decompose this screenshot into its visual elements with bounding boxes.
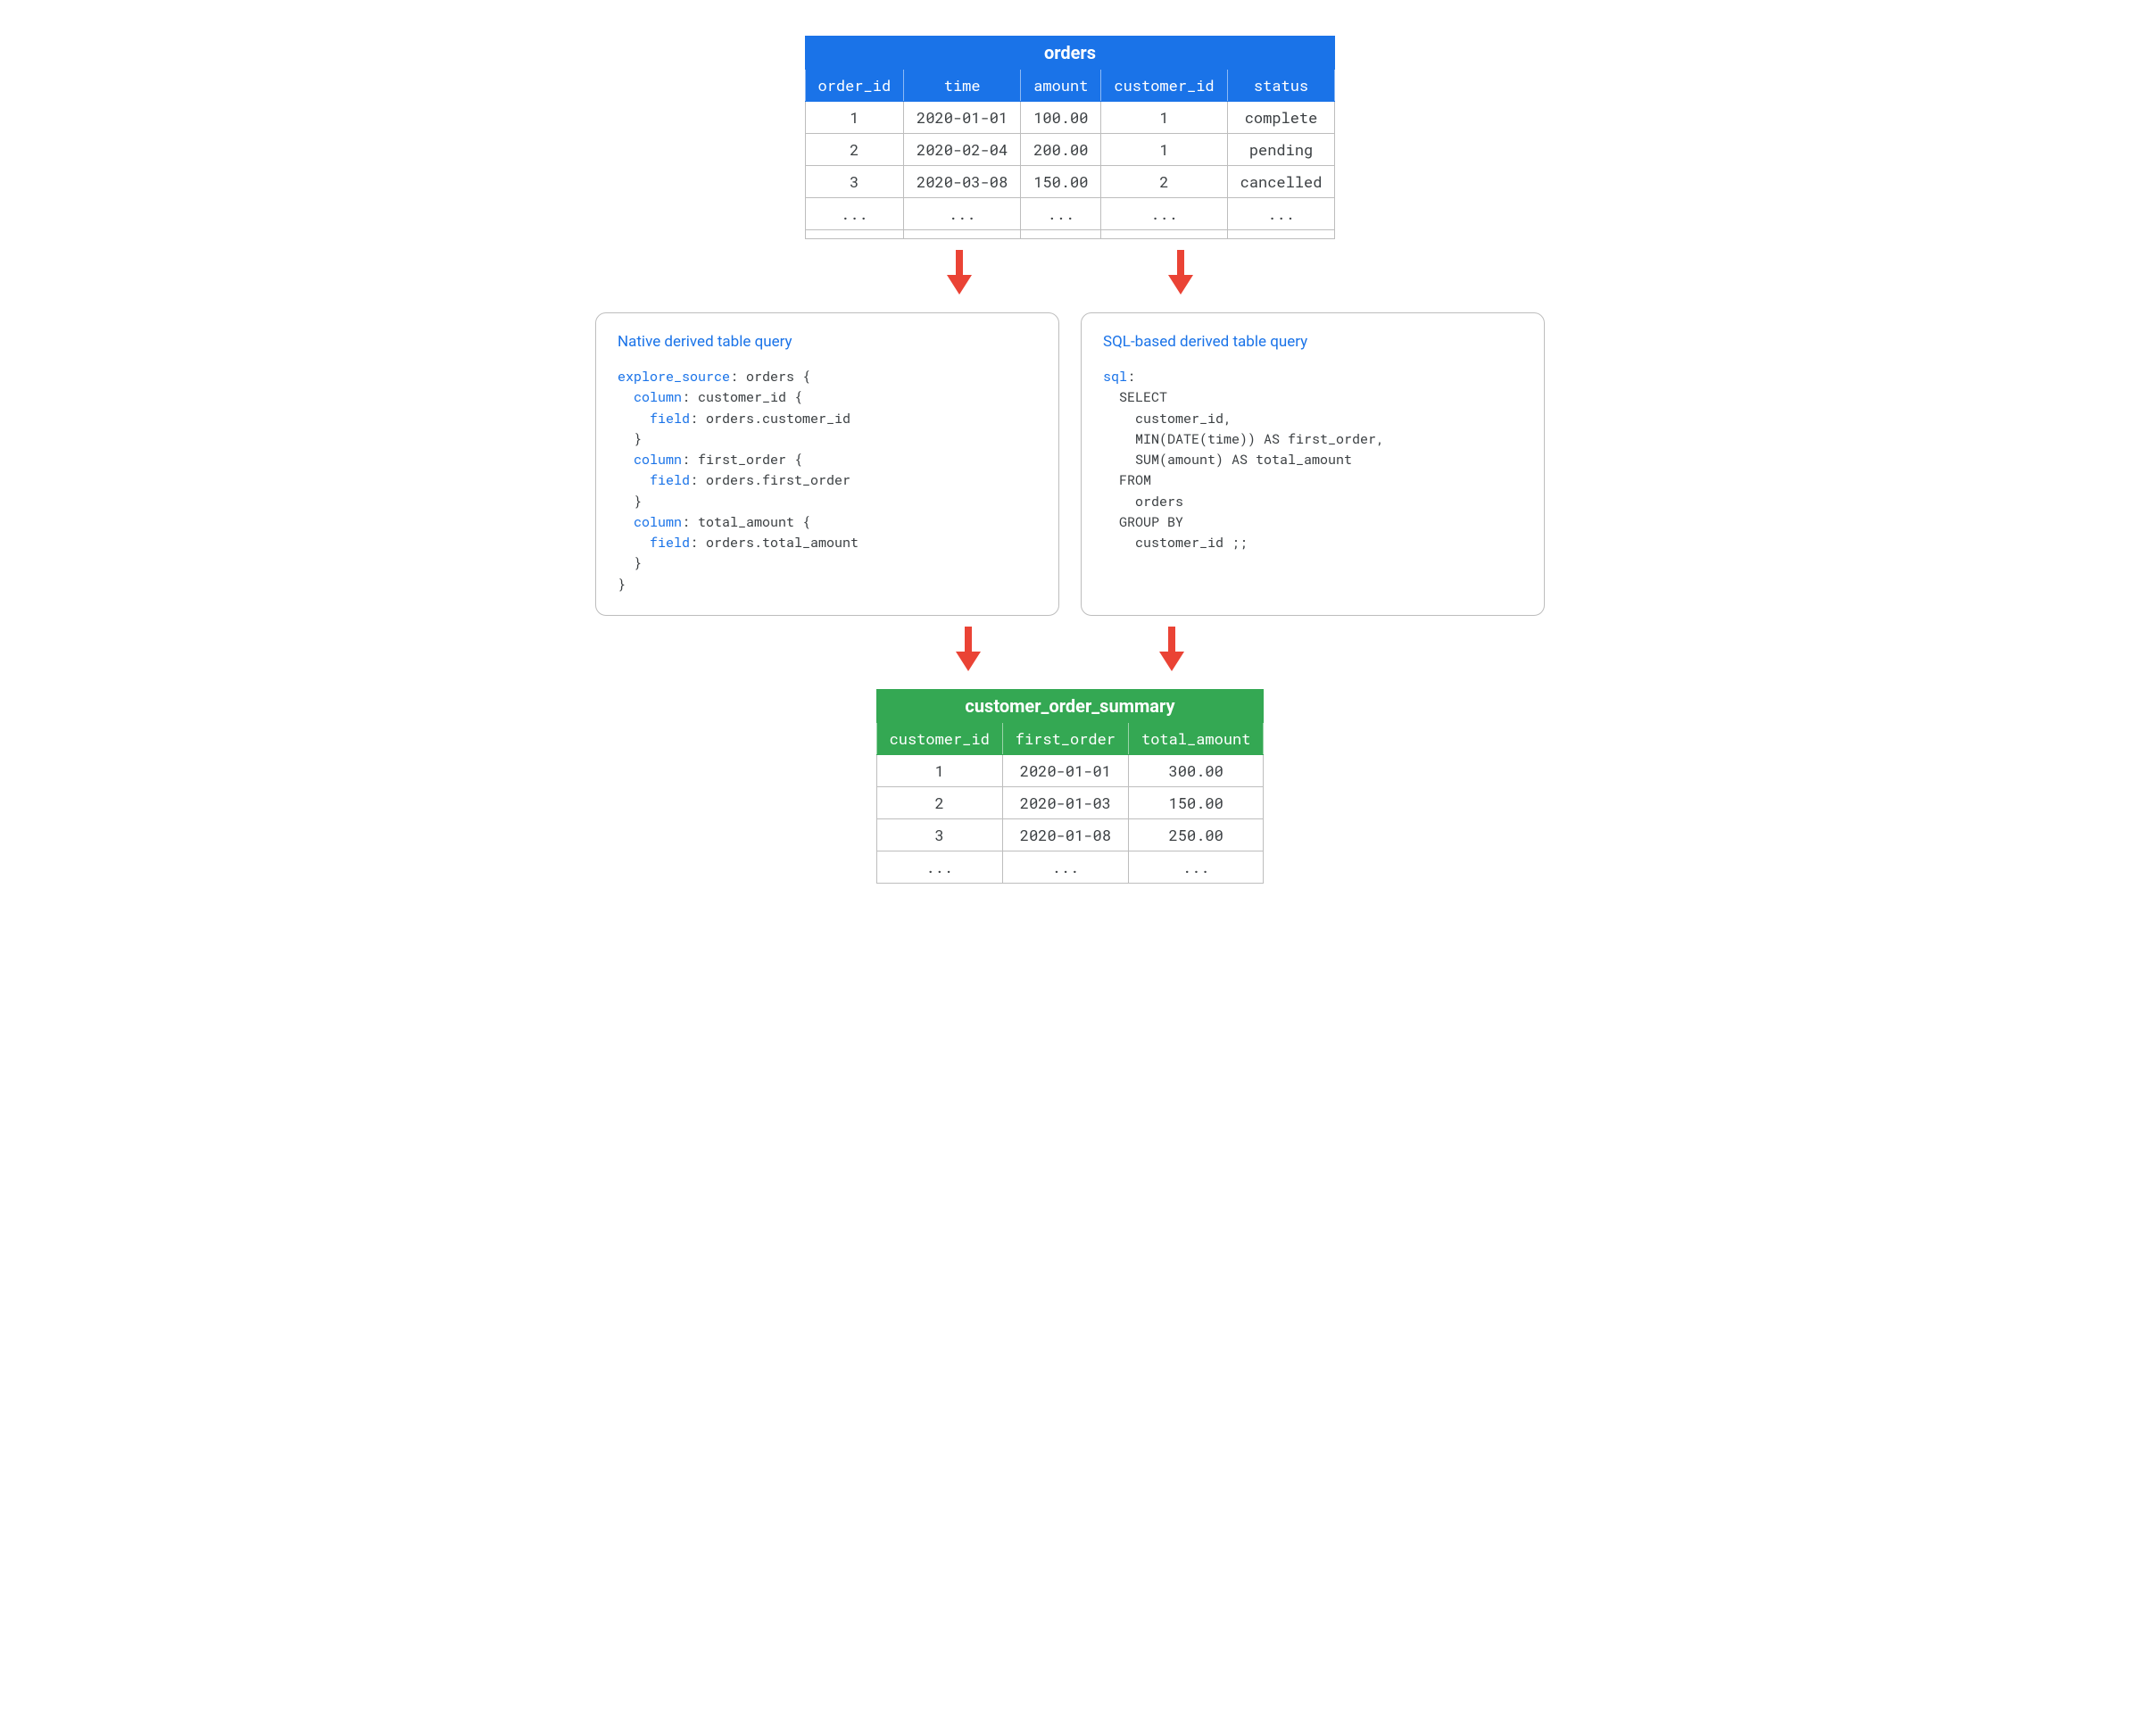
table-row: 3 2020-03-08 150.00 2 cancelled xyxy=(805,166,1335,198)
summary-header-total_amount: total_amount xyxy=(1129,722,1264,754)
summary-table: customer_order_summary customer_id first… xyxy=(876,689,1265,884)
orders-header-time: time xyxy=(904,70,1021,102)
arrow-down-icon xyxy=(947,250,972,295)
arrow-row-1 xyxy=(947,250,1193,295)
summary-table-title: customer_order_summary xyxy=(876,689,1264,722)
arrow-down-icon xyxy=(1168,250,1193,295)
arrow-down-icon xyxy=(1159,627,1184,671)
table-row: 1 2020-01-01 300.00 xyxy=(876,754,1264,786)
orders-header-amount: amount xyxy=(1021,70,1101,102)
table-row: 1 2020-01-01 100.00 1 complete xyxy=(805,102,1335,134)
orders-table: orders order_id time amount customer_id … xyxy=(805,36,1336,239)
table-row: ... ... ... xyxy=(876,851,1264,883)
table-row: 2 2020-01-03 150.00 xyxy=(876,786,1264,818)
table-row-empty xyxy=(805,230,1335,239)
table-row: 3 2020-01-08 250.00 xyxy=(876,818,1264,851)
orders-table-title: orders xyxy=(805,37,1335,70)
native-query-title: Native derived table query xyxy=(618,333,1037,351)
orders-header-status: status xyxy=(1227,70,1335,102)
sql-query-code: sql: SELECT customer_id, MIN(DATE(time))… xyxy=(1103,367,1522,553)
arrow-down-icon xyxy=(956,627,981,671)
arrow-row-2 xyxy=(956,627,1184,671)
sql-query-title: SQL-based derived table query xyxy=(1103,333,1522,351)
summary-header-row: customer_id first_order total_amount xyxy=(876,722,1264,754)
summary-header-customer_id: customer_id xyxy=(876,722,1002,754)
orders-header-row: order_id time amount customer_id status xyxy=(805,70,1335,102)
orders-header-order_id: order_id xyxy=(805,70,904,102)
orders-header-customer_id: customer_id xyxy=(1101,70,1227,102)
native-query-code: explore_source: orders { column: custome… xyxy=(618,367,1037,595)
native-query-box: Native derived table query explore_sourc… xyxy=(595,312,1059,616)
diagram: orders order_id time amount customer_id … xyxy=(579,36,1561,884)
code-row: Native derived table query explore_sourc… xyxy=(579,312,1561,616)
sql-query-box: SQL-based derived table query sql: SELEC… xyxy=(1081,312,1545,616)
summary-header-first_order: first_order xyxy=(1002,722,1128,754)
table-row: 2 2020-02-04 200.00 1 pending xyxy=(805,134,1335,166)
table-row: ... ... ... ... ... xyxy=(805,198,1335,230)
